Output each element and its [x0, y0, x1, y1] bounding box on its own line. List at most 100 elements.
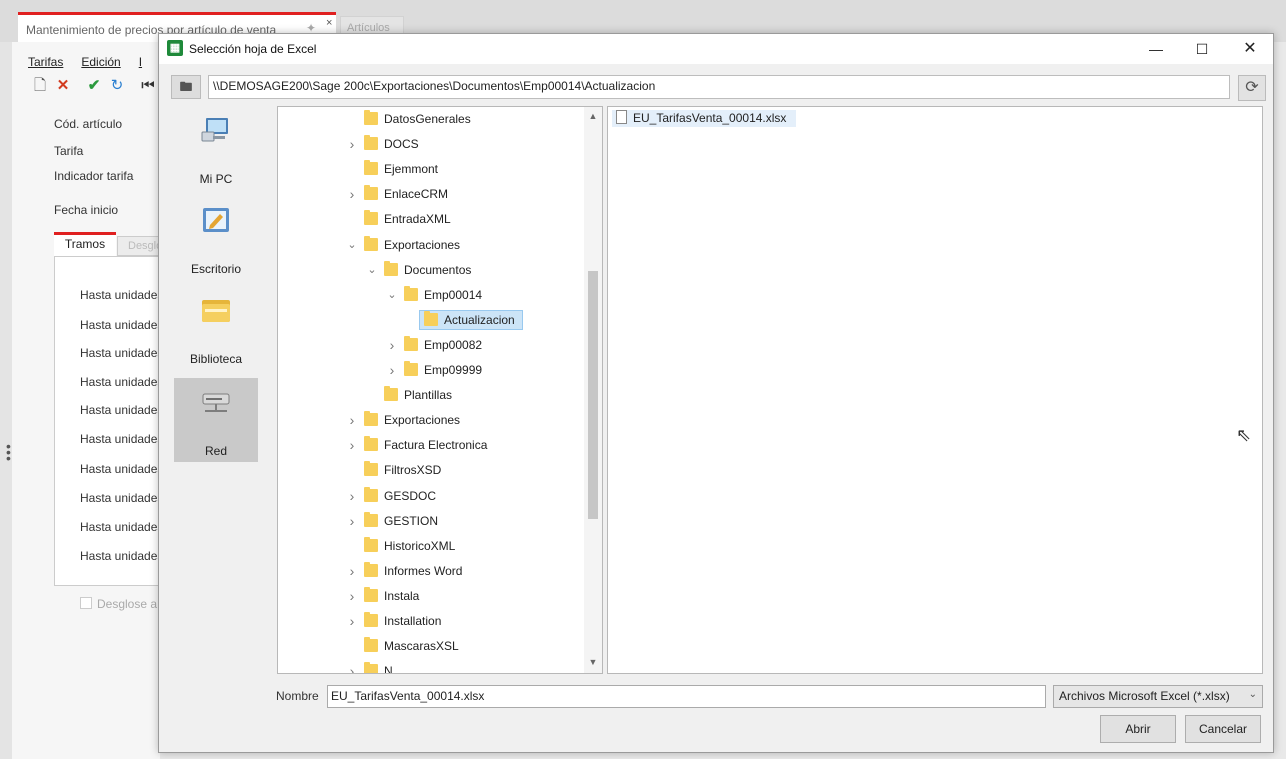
tree-item-label: GESDOC [384, 488, 437, 503]
chevron-right-icon[interactable]: › [346, 585, 358, 607]
tab-tramos[interactable]: Tramos [54, 232, 116, 256]
place-biblioteca[interactable]: Biblioteca [174, 286, 258, 370]
place-mi-pc[interactable]: Mi PC [174, 106, 258, 190]
list-item: Hasta unidades [80, 318, 164, 332]
chevron-right-icon[interactable]: › [346, 183, 358, 205]
scroll-down-icon[interactable]: ▼ [588, 657, 598, 667]
tree-item[interactable]: ⌄ Emp00014 [278, 284, 578, 306]
tree-item-label: GESTION [384, 513, 439, 528]
place-label: Mi PC [199, 172, 233, 186]
tree-item-label: N... [384, 664, 403, 674]
tree-item[interactable]: MascarasXSL [278, 635, 578, 657]
menu-more[interactable]: I [139, 55, 142, 69]
computer-icon [201, 118, 228, 142]
tree-item-label: Emp00014 [424, 287, 483, 302]
folder-icon [364, 662, 378, 673]
tree-item[interactable]: › Emp00082 [278, 334, 578, 356]
tree-item[interactable]: Ejemmont [278, 158, 578, 180]
file-list[interactable]: EU_TarifasVenta_00014.xlsx ⇖ [607, 106, 1263, 674]
tree-item-label: Emp00082 [424, 337, 483, 352]
tree-item[interactable]: › Emp09999 [278, 359, 578, 381]
list-item: Hasta unidades [80, 375, 164, 389]
chevron-right-icon[interactable]: › [386, 359, 398, 381]
browse-folder-button[interactable]: 🖿 [171, 75, 201, 99]
tree-item[interactable]: › Factura Electronica [278, 434, 578, 456]
folder-icon [364, 235, 378, 251]
desglose-checkbox[interactable] [80, 597, 92, 609]
list-item: Hasta unidades [80, 520, 164, 534]
open-button[interactable]: Abrir [1100, 715, 1176, 743]
tree-item[interactable]: › EnlaceCRM [278, 183, 578, 205]
file-type-select[interactable]: Archivos Microsoft Excel (*.xlsx) ⌄ [1053, 685, 1263, 708]
tree-item-label: Installation [384, 614, 442, 628]
tree-item-label: DOCS [384, 137, 419, 152]
tree-item[interactable]: › Exportaciones [278, 409, 578, 431]
folder-icon [364, 461, 378, 477]
tree-item[interactable]: ⌄ Exportaciones [278, 234, 578, 256]
close-tab-icon[interactable]: × [326, 17, 332, 29]
chevron-right-icon[interactable]: › [386, 334, 398, 356]
place-red[interactable]: Red [174, 378, 258, 462]
chevron-right-icon[interactable]: › [346, 434, 358, 456]
first-record-icon[interactable]: ⏮ [140, 78, 156, 94]
chevron-right-icon[interactable]: › [346, 485, 358, 507]
chevron-right-icon[interactable]: › [346, 660, 358, 673]
chevron-down-icon: ⌄ [1248, 689, 1257, 700]
tree-item[interactable]: EntradaXML [278, 208, 578, 230]
place-escritorio[interactable]: Escritorio [174, 196, 258, 280]
undo-icon[interactable]: ↻ [109, 78, 125, 94]
folder-icon [364, 135, 378, 151]
file-icon [616, 110, 627, 124]
minimize-button[interactable]: — [1133, 34, 1179, 64]
tree-item-label: Documentos [404, 262, 472, 277]
tree-item[interactable]: Plantillas [278, 384, 578, 406]
tree-item-label: FiltrosXSD [384, 463, 442, 478]
delete-icon[interactable]: ✕ [55, 78, 71, 94]
scroll-up-icon[interactable]: ▲ [588, 111, 598, 121]
path-input[interactable]: \\DEMOSAGE200\Sage 200c\Exportaciones\Do… [208, 75, 1230, 99]
chevron-down-icon[interactable]: ⌄ [386, 284, 398, 306]
new-document-icon[interactable]: 🗋 [32, 78, 48, 94]
tree-item[interactable]: › Instala [278, 585, 578, 607]
close-button[interactable]: ✕ [1227, 34, 1273, 64]
tree-scrollbar[interactable]: ▲ ▼ [584, 107, 602, 673]
filename-input[interactable]: EU_TarifasVenta_00014.xlsx [327, 685, 1046, 708]
tree-item[interactable]: › GESTION [278, 510, 578, 532]
tree-item[interactable]: DatosGenerales [278, 108, 578, 130]
chevron-right-icon[interactable]: › [346, 510, 358, 532]
tree-item[interactable]: › Informes Word [278, 560, 578, 582]
file-type-value: Archivos Microsoft Excel (*.xlsx) [1059, 689, 1230, 703]
folder-icon [364, 486, 378, 502]
accept-icon[interactable]: ✔ [86, 78, 102, 94]
chevron-right-icon[interactable]: › [346, 409, 358, 431]
tab-desglose[interactable]: Desglose [117, 236, 162, 256]
cancel-button[interactable]: Cancelar [1185, 715, 1261, 743]
tree-item[interactable]: › DOCS [278, 133, 578, 155]
tree-item[interactable]: › N... [278, 660, 578, 674]
menu-tarifas[interactable]: Tarifas [28, 55, 63, 69]
tree-item[interactable]: › GESDOC [278, 485, 578, 507]
list-item: Hasta unidades [80, 462, 164, 476]
tree-item[interactable]: › Installation [278, 610, 578, 632]
chevron-right-icon[interactable]: › [346, 560, 358, 582]
chevron-down-icon[interactable]: ⌄ [346, 234, 358, 256]
folder-icon [364, 436, 378, 452]
folder-tree[interactable]: DatosGenerales › DOCS Ejemmont › EnlaceCRM Ent… [277, 106, 603, 674]
list-item: Hasta unidades [80, 491, 164, 505]
chevron-right-icon[interactable]: › [346, 133, 358, 155]
file-item[interactable]: EU_TarifasVenta_00014.xlsx [612, 110, 797, 127]
maximize-button[interactable]: ☐ [1179, 34, 1225, 64]
tree-item[interactable]: ⌄ Documentos [278, 259, 578, 281]
chevron-right-icon[interactable]: › [346, 610, 358, 632]
folder-icon [404, 361, 418, 376]
menu-edicion[interactable]: Edición [81, 55, 120, 69]
folder-icon [364, 185, 378, 201]
tree-item[interactable]: Actualizacion [278, 309, 578, 331]
tree-item[interactable]: HistoricoXML [278, 535, 578, 557]
drag-handle-icon[interactable]: • • • [6, 439, 11, 465]
dialog-titlebar[interactable]: ▦ Selección hoja de Excel — ☐ ✕ [159, 34, 1273, 64]
chevron-down-icon[interactable]: ⌄ [366, 259, 378, 281]
tree-item[interactable]: FiltrosXSD [278, 459, 578, 481]
scroll-thumb[interactable] [588, 271, 598, 519]
refresh-button[interactable]: ⟳ [1238, 75, 1266, 101]
